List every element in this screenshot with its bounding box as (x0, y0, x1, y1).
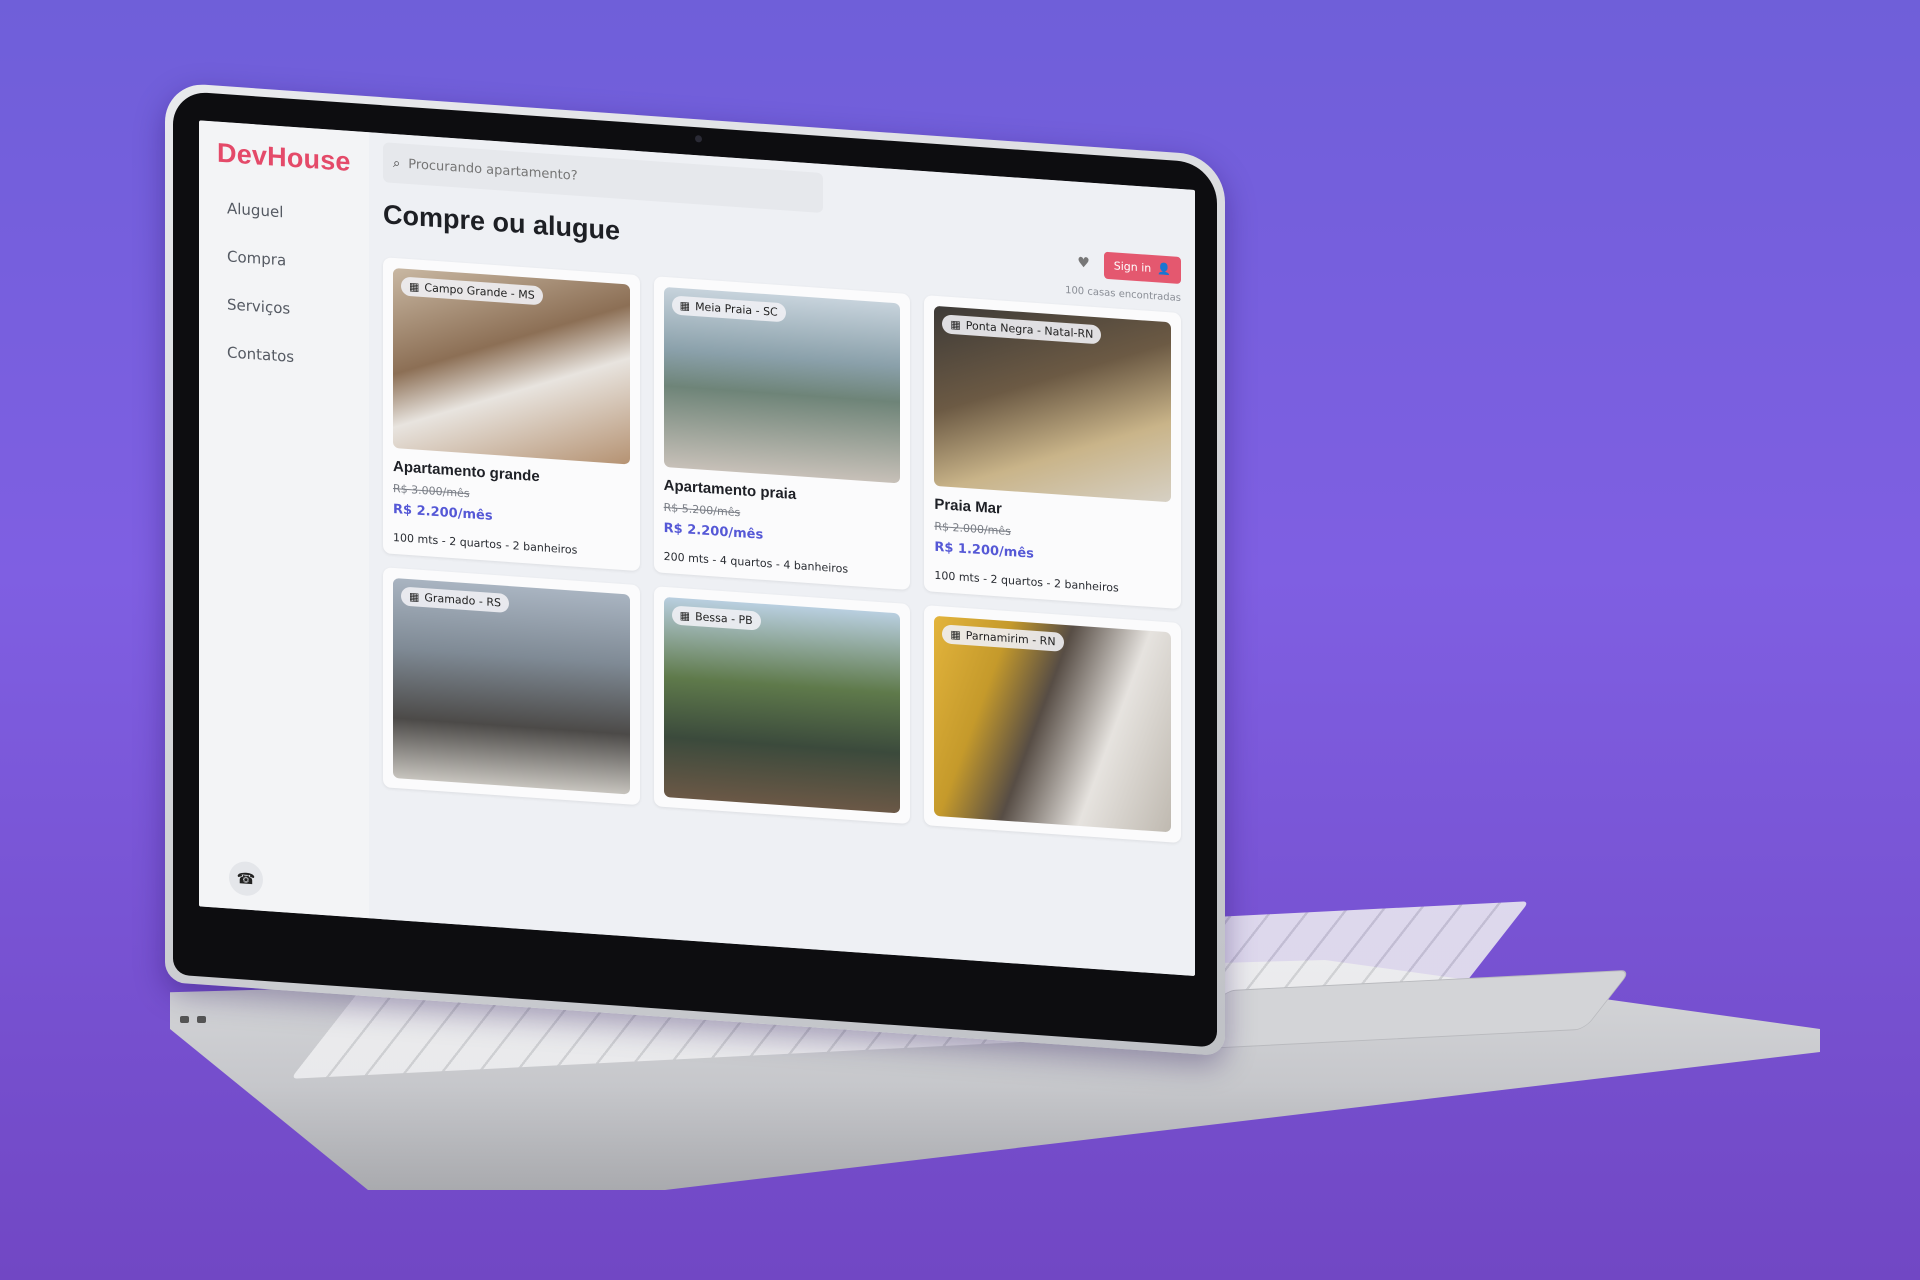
search-input[interactable] (408, 156, 813, 200)
laptop-mockup: DevHouse Aluguel Compra Serviços Contato… (0, 0, 1920, 1280)
map-icon: ▦ (679, 298, 691, 313)
location-label: Campo Grande - MS (424, 281, 535, 302)
location-badge: ▦ Ponta Negra - Natal-RN (942, 314, 1102, 345)
listing-card[interactable]: ▦ Parnamirim - RN (924, 605, 1181, 844)
camera-icon (695, 135, 702, 143)
listing-card[interactable]: ▦ Ponta Negra - Natal-RN Praia Mar R$ 2.… (924, 295, 1181, 610)
listing-image: ▦ Ponta Negra - Natal-RN (934, 305, 1171, 503)
location-badge: ▦ Meia Praia - SC (671, 295, 786, 323)
sidebar-item-aluguel[interactable]: Aluguel (217, 199, 369, 228)
location-label: Bessa - PB (695, 610, 753, 628)
listing-card[interactable]: ▦ Campo Grande - MS Apartamento grande R… (383, 257, 640, 572)
listing-image: ▦ Gramado - RS (393, 577, 630, 795)
listing-details: 100 mts - 2 quartos - 2 banheiros (393, 530, 578, 557)
search-icon: ⌕ (393, 155, 401, 171)
sidebar-nav: Aluguel Compra Serviços Contatos (217, 199, 369, 372)
main-content: ⌕ Compre ou alugue ♥ Sign in 👤 (369, 132, 1195, 977)
listing-card[interactable]: ▦ Gramado - RS (383, 567, 640, 806)
screen-bezel: DevHouse Aluguel Compra Serviços Contato… (173, 90, 1217, 1048)
logo[interactable]: DevHouse (217, 138, 369, 180)
screen: DevHouse Aluguel Compra Serviços Contato… (199, 120, 1195, 977)
user-icon: 👤 (1157, 261, 1171, 276)
location-label: Ponta Negra - Natal-RN (965, 318, 1094, 341)
listing-card[interactable]: ▦ Meia Praia - SC Apartamento praia R$ 5… (653, 276, 911, 591)
heart-icon[interactable]: ♥ (1077, 255, 1090, 272)
phone-button[interactable]: ☎ (229, 860, 263, 897)
listings-grid: ▦ Campo Grande - MS Apartamento grande R… (369, 252, 1195, 844)
location-badge: ▦ Campo Grande - MS (401, 276, 543, 306)
listing-card[interactable]: ▦ Bessa - PB (653, 586, 911, 825)
sign-in-label: Sign in (1113, 258, 1152, 275)
listing-image: ▦ Bessa - PB (663, 596, 901, 814)
location-badge: ▦ Parnamirim - RN (942, 624, 1064, 652)
location-badge: ▦ Gramado - RS (401, 586, 509, 614)
header-actions: ♥ Sign in 👤 (1077, 249, 1181, 284)
sidebar-item-compra[interactable]: Compra (217, 247, 369, 276)
laptop-lid: DevHouse Aluguel Compra Serviços Contato… (165, 82, 1225, 1057)
app-window: DevHouse Aluguel Compra Serviços Contato… (199, 120, 1195, 977)
map-icon: ▦ (679, 608, 691, 623)
listing-details: 100 mts - 2 quartos - 2 banheiros (934, 568, 1119, 595)
sidebar: DevHouse Aluguel Compra Serviços Contato… (199, 120, 369, 919)
map-icon: ▦ (409, 280, 420, 294)
listing-image: ▦ Campo Grande - MS (393, 267, 630, 465)
listing-image: ▦ Meia Praia - SC (663, 286, 901, 484)
sidebar-item-contatos[interactable]: Contatos (217, 343, 369, 372)
location-label: Meia Praia - SC (695, 300, 778, 319)
location-label: Parnamirim - RN (965, 628, 1056, 649)
location-label: Gramado - RS (424, 591, 501, 610)
map-icon: ▦ (950, 627, 961, 642)
sidebar-item-servicos[interactable]: Serviços (217, 295, 369, 324)
usb-ports (180, 1008, 220, 1038)
map-icon: ▦ (950, 317, 961, 332)
map-icon: ▦ (409, 590, 420, 604)
listing-image: ▦ Parnamirim - RN (934, 615, 1171, 833)
location-badge: ▦ Bessa - PB (671, 605, 761, 631)
sign-in-button[interactable]: Sign in 👤 (1103, 251, 1181, 284)
listing-details: 200 mts - 4 quartos - 4 banheiros (663, 549, 849, 576)
phone-icon: ☎ (236, 869, 256, 889)
